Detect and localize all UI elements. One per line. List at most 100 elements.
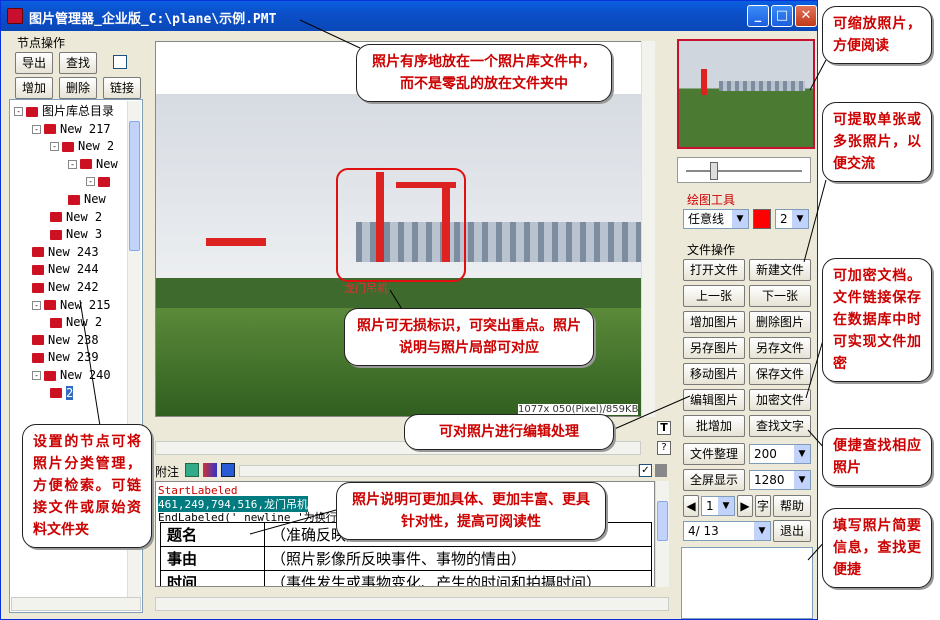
image-info-textbox[interactable] [681, 547, 813, 619]
line-width-select[interactable]: 2 ▼ [775, 209, 809, 229]
find-button[interactable]: 查找 [59, 52, 97, 74]
tree-expander-icon[interactable]: - [32, 300, 41, 310]
tree-item[interactable]: New 239 [32, 348, 99, 366]
file-ops-label: 文件操作 [685, 241, 738, 258]
minimize-button[interactable]: _ [747, 5, 769, 27]
callout-search: 便捷查找相应照片 [822, 428, 932, 486]
image-pager-value: 4/ 13 [688, 524, 719, 538]
find-text-button[interactable]: 查找文字 [749, 415, 811, 437]
encrypt-file-button[interactable]: 加密文件 [749, 389, 811, 411]
prev-page-icon[interactable]: ◀ [683, 495, 699, 517]
tree-item[interactable]: New [68, 190, 106, 208]
caption-value[interactable]: （事件发生或事物变化、产生的时间和拍摄时间） [264, 570, 652, 586]
tree-expander-icon[interactable]: - [68, 159, 77, 169]
tree-item[interactable]: - New 240 [32, 366, 111, 384]
caption-value[interactable]: （照片影像所反映事件、事物的情由） [264, 546, 652, 571]
maximize-button[interactable]: □ [771, 5, 793, 27]
tree-expander-icon[interactable]: - [14, 107, 23, 116]
tree-item[interactable]: - New 2 [50, 137, 114, 155]
edit-image-button[interactable]: 编辑图片 [683, 389, 745, 411]
image-vscrollbar[interactable] [641, 41, 655, 417]
format-icon[interactable] [203, 463, 217, 477]
organize-select[interactable]: 200 ▼ [749, 444, 811, 464]
book-icon [44, 300, 56, 311]
chevron-down-icon: ▼ [754, 522, 770, 540]
move-image-button[interactable]: 移动图片 [683, 363, 745, 385]
tree-item-label: New 242 [48, 280, 99, 294]
font-color-icon[interactable] [185, 463, 199, 477]
add-image-button[interactable]: 增加图片 [683, 311, 745, 333]
book-icon [26, 106, 38, 117]
thumbnail-preview[interactable] [677, 39, 815, 149]
line-type-select[interactable]: 任意线 ▼ [683, 209, 749, 229]
save-file-as-button[interactable]: 另存文件 [749, 337, 811, 359]
tree-item[interactable]: - New [68, 155, 118, 173]
tree-item[interactable]: 2 [50, 384, 74, 402]
tree-item[interactable]: - [86, 172, 114, 190]
callout-edit: 可对照片进行编辑处理 [404, 414, 614, 450]
save-file-button[interactable]: 保存文件 [749, 363, 811, 385]
new-file-button[interactable]: 新建文件 [749, 259, 811, 281]
line-type-value: 任意线 [688, 212, 725, 226]
help-question-icon[interactable]: ? [657, 441, 671, 455]
delete-node-button[interactable]: 删除 [59, 77, 97, 99]
book-icon [44, 370, 56, 381]
tree-item[interactable]: - 图片库总目录 [14, 102, 114, 120]
notes-hscrollbar[interactable] [239, 465, 639, 477]
tree-expander-icon[interactable]: - [32, 371, 41, 380]
tree-item[interactable]: New 2 [50, 313, 102, 331]
save-image-as-button[interactable]: 另存图片 [683, 337, 745, 359]
image-pager-select[interactable]: 4/ 13 ▼ [683, 521, 771, 541]
delete-image-button[interactable]: 删除图片 [749, 311, 811, 333]
node-checkbox[interactable] [113, 55, 127, 69]
title-bar[interactable]: 图片管理器_企业版_C:\plane\示例.PMT _ □ ✕ [1, 1, 817, 31]
tree-expander-icon[interactable]: - [86, 177, 95, 187]
save-notes-icon[interactable] [221, 463, 235, 477]
tree-expander-icon[interactable]: - [50, 142, 59, 152]
next-image-button[interactable]: 下一张 [749, 285, 811, 307]
notes-checkbox[interactable]: ✓ [639, 464, 652, 477]
add-node-button[interactable]: 增加 [15, 77, 53, 99]
open-file-button[interactable]: 打开文件 [683, 259, 745, 281]
caption-key: 时间 [160, 570, 265, 586]
tree-scrollbar-thumb[interactable] [129, 121, 140, 251]
text-tool-icon[interactable]: T [657, 421, 671, 435]
book-icon [62, 141, 74, 152]
photo-annotation-box[interactable] [336, 168, 466, 282]
callout-encrypt: 可加密文档。文件链接保存在数据库中时可实现文件加密 [822, 258, 932, 382]
photo-annotation-label: 龙门吊机 [344, 282, 388, 295]
tree-item[interactable]: - New 217 [32, 120, 111, 138]
window-title: 图片管理器_企业版_C:\plane\示例.PMT [29, 12, 277, 27]
prev-image-button[interactable]: 上一张 [683, 285, 745, 307]
close-button[interactable]: ✕ [795, 5, 817, 27]
callout-zoom: 可缩放照片，方便阅读 [822, 6, 932, 64]
batch-add-button[interactable]: 批增加 [683, 415, 745, 437]
tree-item[interactable]: - New 215 [32, 296, 111, 314]
tree-item[interactable]: New 244 [32, 260, 99, 278]
color-swatch[interactable] [753, 209, 771, 229]
tree-item[interactable]: New 238 [32, 331, 99, 349]
bottom-hscrollbar[interactable] [155, 597, 669, 611]
zoom-slider-line [686, 170, 802, 172]
zoom-slider[interactable] [677, 157, 811, 183]
tree-item[interactable]: New 2 [50, 208, 102, 226]
tree-item[interactable]: New 243 [32, 243, 99, 261]
organize-button[interactable]: 文件整理 [683, 443, 745, 465]
zoom-slider-thumb[interactable] [710, 162, 718, 180]
link-button[interactable]: 链接 [103, 77, 141, 99]
tree-expander-icon[interactable]: - [32, 124, 41, 134]
tree-item[interactable]: New 242 [32, 278, 99, 296]
next-page-icon[interactable]: ▶ [737, 495, 753, 517]
tree-hscrollbar[interactable] [11, 597, 141, 611]
fullscreen-button[interactable]: 全屏显示 [683, 469, 745, 491]
trash-icon[interactable] [655, 464, 667, 477]
notes-vscrollbar[interactable] [655, 481, 669, 587]
tree-item[interactable]: New 3 [50, 225, 102, 243]
page-select[interactable]: 1 ▼ [701, 496, 735, 516]
notes-scrollbar-thumb[interactable] [657, 501, 668, 541]
export-button[interactable]: 导出 [15, 52, 53, 74]
fullscreen-size-select[interactable]: 1280 ▼ [749, 470, 811, 490]
exit-button[interactable]: 退出 [773, 520, 811, 542]
font-button[interactable]: 字 [755, 495, 771, 517]
help-button[interactable]: 帮助 [773, 495, 811, 517]
